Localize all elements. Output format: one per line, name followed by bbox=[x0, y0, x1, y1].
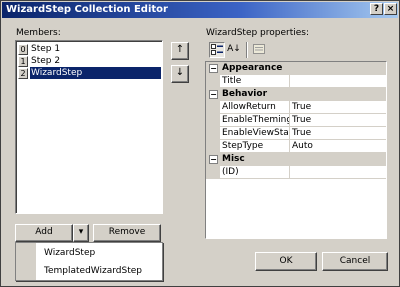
add-dropdown-button[interactable]: ▾ bbox=[73, 224, 89, 242]
title-bar: WizardStep Collection Editor bbox=[2, 2, 398, 18]
property-value[interactable]: True bbox=[290, 114, 386, 126]
move-down-button[interactable]: ↓ bbox=[171, 65, 189, 83]
property-grid-toolbar: A↓ bbox=[205, 39, 387, 61]
member-label: WizardStep bbox=[30, 67, 161, 79]
property-value[interactable] bbox=[290, 75, 386, 87]
member-index: 2 bbox=[18, 67, 28, 79]
collapse-icon[interactable]: − bbox=[209, 64, 218, 73]
window-title: WizardStep Collection Editor bbox=[6, 4, 168, 15]
chevron-down-icon: ▾ bbox=[78, 227, 84, 237]
category-misc[interactable]: − Misc bbox=[206, 153, 386, 166]
add-type-menu: WizardStep TemplatedWizardStep bbox=[15, 242, 163, 281]
property-name: EnableTheming bbox=[222, 114, 290, 126]
property-row-title[interactable]: Title bbox=[206, 75, 386, 88]
member-item-step-1[interactable]: 0 Step 1 bbox=[18, 43, 161, 55]
menu-item-wizardstep[interactable]: WizardStep bbox=[44, 246, 95, 260]
arrow-up-icon: ↑ bbox=[175, 44, 185, 55]
member-label: Step 1 bbox=[31, 44, 61, 54]
property-row-allowreturn[interactable]: AllowReturn True bbox=[206, 101, 386, 114]
property-name: StepType bbox=[220, 140, 290, 152]
ok-button[interactable]: OK bbox=[255, 252, 317, 271]
property-name: EnableViewState bbox=[222, 127, 290, 139]
members-label: Members: bbox=[16, 28, 61, 38]
category-name: Misc bbox=[222, 154, 245, 164]
add-button[interactable]: Add bbox=[15, 224, 73, 242]
property-value[interactable]: Auto bbox=[290, 140, 386, 152]
property-value[interactable]: True bbox=[290, 101, 386, 113]
property-value[interactable]: True bbox=[290, 127, 386, 139]
member-index: 1 bbox=[18, 55, 28, 67]
category-appearance[interactable]: − Appearance bbox=[206, 62, 386, 75]
alphabetical-sort-icon[interactable]: A↓ bbox=[226, 42, 242, 58]
member-item-wizardstep[interactable]: 2 WizardStep bbox=[18, 67, 161, 79]
property-row-id[interactable]: (ID) bbox=[206, 166, 386, 179]
category-name: Behavior bbox=[222, 89, 268, 99]
collapse-icon[interactable]: − bbox=[209, 155, 218, 164]
member-index: 0 bbox=[18, 43, 28, 55]
remove-button[interactable]: Remove bbox=[93, 224, 161, 242]
menu-item-templatedwizardstep[interactable]: TemplatedWizardStep bbox=[44, 264, 142, 278]
member-label: Step 2 bbox=[31, 56, 61, 66]
close-button[interactable]: × bbox=[384, 3, 397, 15]
cancel-button[interactable]: Cancel bbox=[322, 252, 388, 271]
property-value[interactable] bbox=[290, 166, 386, 178]
property-name: (ID) bbox=[220, 166, 290, 178]
members-list[interactable]: 0 Step 1 1 Step 2 2 WizardStep bbox=[15, 40, 163, 214]
member-item-step-2[interactable]: 1 Step 2 bbox=[18, 55, 161, 67]
categorized-icon[interactable] bbox=[209, 42, 225, 58]
property-row-enableviewstate[interactable]: EnableViewState True bbox=[206, 127, 386, 140]
category-name: Appearance bbox=[222, 63, 283, 73]
property-row-enabletheming[interactable]: EnableTheming True bbox=[206, 114, 386, 127]
property-name: AllowReturn bbox=[220, 101, 290, 113]
collection-editor-window: WizardStep Collection Editor ? × Members… bbox=[0, 0, 400, 287]
arrow-down-icon: ↓ bbox=[175, 67, 185, 78]
move-up-button[interactable]: ↑ bbox=[171, 42, 189, 60]
properties-label: WizardStep properties: bbox=[206, 28, 310, 38]
property-pages-icon[interactable] bbox=[251, 42, 267, 58]
menu-icon-stripe bbox=[16, 243, 36, 280]
toolbar-separator bbox=[246, 42, 248, 58]
category-behavior[interactable]: − Behavior bbox=[206, 88, 386, 101]
property-name: Title bbox=[220, 75, 290, 87]
help-button[interactable]: ? bbox=[370, 3, 383, 15]
property-row-steptype[interactable]: StepType Auto bbox=[206, 140, 386, 153]
collapse-icon[interactable]: − bbox=[209, 90, 218, 99]
property-grid: − Appearance Title − Behavior AllowRetur… bbox=[205, 61, 387, 239]
